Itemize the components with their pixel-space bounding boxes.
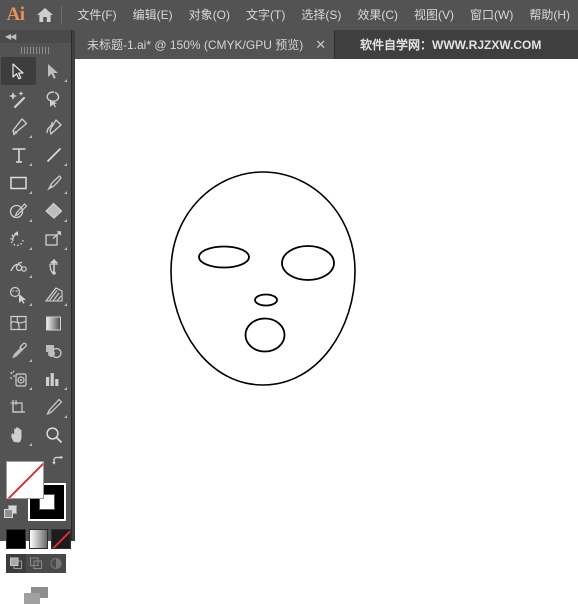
selection-tool[interactable] — [1, 57, 36, 85]
magic-wand-tool[interactable] — [1, 85, 36, 113]
type-tool[interactable] — [1, 141, 36, 169]
menu-divider — [61, 6, 63, 24]
artboard-tool[interactable] — [1, 393, 36, 421]
direct-selection-tool[interactable] — [36, 57, 71, 85]
line-segment-tool[interactable] — [36, 141, 71, 169]
draw-normal-button[interactable] — [6, 554, 26, 573]
eyedropper-tool[interactable] — [1, 337, 36, 365]
artboard[interactable] — [75, 59, 578, 541]
menu-item-select[interactable]: 选择(S) — [293, 0, 349, 30]
menu-item-window[interactable]: 窗口(W) — [462, 0, 521, 30]
tool-flyout-indicator-icon — [64, 247, 67, 250]
slice-tool[interactable] — [36, 393, 71, 421]
tool-flyout-indicator-icon — [64, 79, 67, 82]
menu-item-edit[interactable]: 编辑(E) — [125, 0, 181, 30]
column-graph-tool[interactable] — [36, 365, 71, 393]
draw-behind-button[interactable] — [26, 554, 46, 573]
tool-grid — [1, 57, 71, 449]
tool-flyout-indicator-icon — [29, 443, 32, 446]
mesh-tool[interactable] — [1, 309, 36, 337]
ai-logo-icon: Ai — [6, 4, 26, 25]
left-eye-ellipse[interactable] — [198, 245, 250, 269]
curvature-tool[interactable] — [36, 113, 71, 141]
grip-dots-icon — [20, 46, 51, 54]
illustrator-window: Ai 文件(F) 编辑(E) 对象(O) 文字(T) 选择(S) 效果(C) 视… — [0, 0, 578, 604]
document-tab[interactable]: 未标题-1.ai* @ 150% (CMYK/GPU 预览) ✕ — [75, 30, 336, 59]
tool-flyout-indicator-icon — [64, 303, 67, 306]
panel-drag-handle[interactable] — [0, 43, 71, 57]
none-slash-icon — [7, 462, 43, 498]
none-mode-button[interactable] — [51, 529, 72, 549]
menu-item-view[interactable]: 视图(V) — [406, 0, 462, 30]
watermark-text: 软件自学网：WWW.RJZXW.COM — [360, 38, 542, 52]
perspective-grid-tool[interactable] — [36, 281, 71, 309]
rectangle-tool[interactable] — [1, 169, 36, 197]
home-icon[interactable] — [31, 0, 58, 30]
document-tab-bar: 未标题-1.ai* @ 150% (CMYK/GPU 预览) ✕ 软件自学网：W… — [0, 30, 578, 59]
menu-item-file[interactable]: 文件(F) — [69, 0, 124, 30]
pen-tool[interactable] — [1, 113, 36, 141]
artwork-face-drawing[interactable] — [75, 59, 578, 541]
color-controls — [0, 453, 71, 525]
menu-bar: Ai 文件(F) 编辑(E) 对象(O) 文字(T) 选择(S) 效果(C) 视… — [0, 0, 578, 30]
tool-flyout-indicator-icon — [29, 191, 32, 194]
fill-color-swatch[interactable] — [6, 461, 44, 499]
tool-flyout-indicator-icon — [29, 247, 32, 250]
canvas-area[interactable] — [72, 59, 578, 541]
menu-item-effect[interactable]: 效果(C) — [349, 0, 406, 30]
panel-collapse-button[interactable]: ◀◀ — [0, 30, 71, 43]
free-transform-tool[interactable] — [36, 253, 71, 281]
draw-mode-row — [6, 554, 71, 573]
draw-inside-button[interactable] — [46, 554, 66, 573]
tool-flyout-indicator-icon — [29, 135, 32, 138]
tool-flyout-indicator-icon — [29, 387, 32, 390]
none-slash-icon — [52, 530, 71, 548]
tool-flyout-indicator-icon — [64, 191, 67, 194]
fill-mode-row — [6, 529, 72, 549]
menu-item-type[interactable]: 文字(T) — [238, 0, 293, 30]
tool-flyout-indicator-icon — [29, 275, 32, 278]
tool-flyout-indicator-icon — [64, 415, 67, 418]
default-fill-stroke-icon[interactable] — [4, 505, 19, 520]
lasso-tool[interactable] — [36, 85, 71, 113]
menu-item-help[interactable]: 帮助(H) — [521, 0, 578, 30]
menu-items: 文件(F) 编辑(E) 对象(O) 文字(T) 选择(S) 效果(C) 视图(V… — [69, 0, 578, 30]
tool-flyout-indicator-icon — [29, 359, 32, 362]
scale-tool[interactable] — [36, 225, 71, 253]
tool-flyout-indicator-icon — [64, 163, 67, 166]
tool-flyout-indicator-icon — [29, 303, 32, 306]
nose-ellipse[interactable] — [254, 293, 278, 307]
face-outline-path[interactable] — [170, 171, 356, 386]
rotate-tool[interactable] — [1, 225, 36, 253]
zoom-tool[interactable] — [36, 421, 71, 449]
gradient-mode-button[interactable] — [28, 529, 49, 549]
shaper-tool[interactable] — [1, 197, 36, 225]
hand-tool[interactable] — [1, 421, 36, 449]
screen-mode-button[interactable] — [0, 585, 71, 607]
width-tool[interactable] — [1, 253, 36, 281]
shape-builder-tool[interactable] — [1, 281, 36, 309]
close-icon[interactable]: ✕ — [315, 38, 326, 51]
tools-panel: ◀◀ — [0, 30, 72, 604]
tool-flyout-indicator-icon — [64, 219, 67, 222]
color-mode-button[interactable] — [6, 529, 26, 549]
right-eye-ellipse[interactable] — [281, 245, 335, 281]
document-tab-title: 未标题-1.ai* @ 150% (CMYK/GPU 预览) — [87, 38, 304, 52]
paintbrush-tool[interactable] — [36, 169, 71, 197]
tool-flyout-indicator-icon — [29, 219, 32, 222]
eraser-tool[interactable] — [36, 197, 71, 225]
menu-item-object[interactable]: 对象(O) — [181, 0, 238, 30]
symbol-sprayer-tool[interactable] — [1, 365, 36, 393]
mouth-ellipse[interactable] — [244, 317, 286, 353]
tool-flyout-indicator-icon — [64, 387, 67, 390]
collapse-icon: ◀◀ — [5, 32, 16, 41]
tool-flyout-indicator-icon — [29, 163, 32, 166]
gradient-tool[interactable] — [36, 309, 71, 337]
blend-tool[interactable] — [36, 337, 71, 365]
swap-fill-stroke-icon[interactable] — [51, 455, 65, 469]
